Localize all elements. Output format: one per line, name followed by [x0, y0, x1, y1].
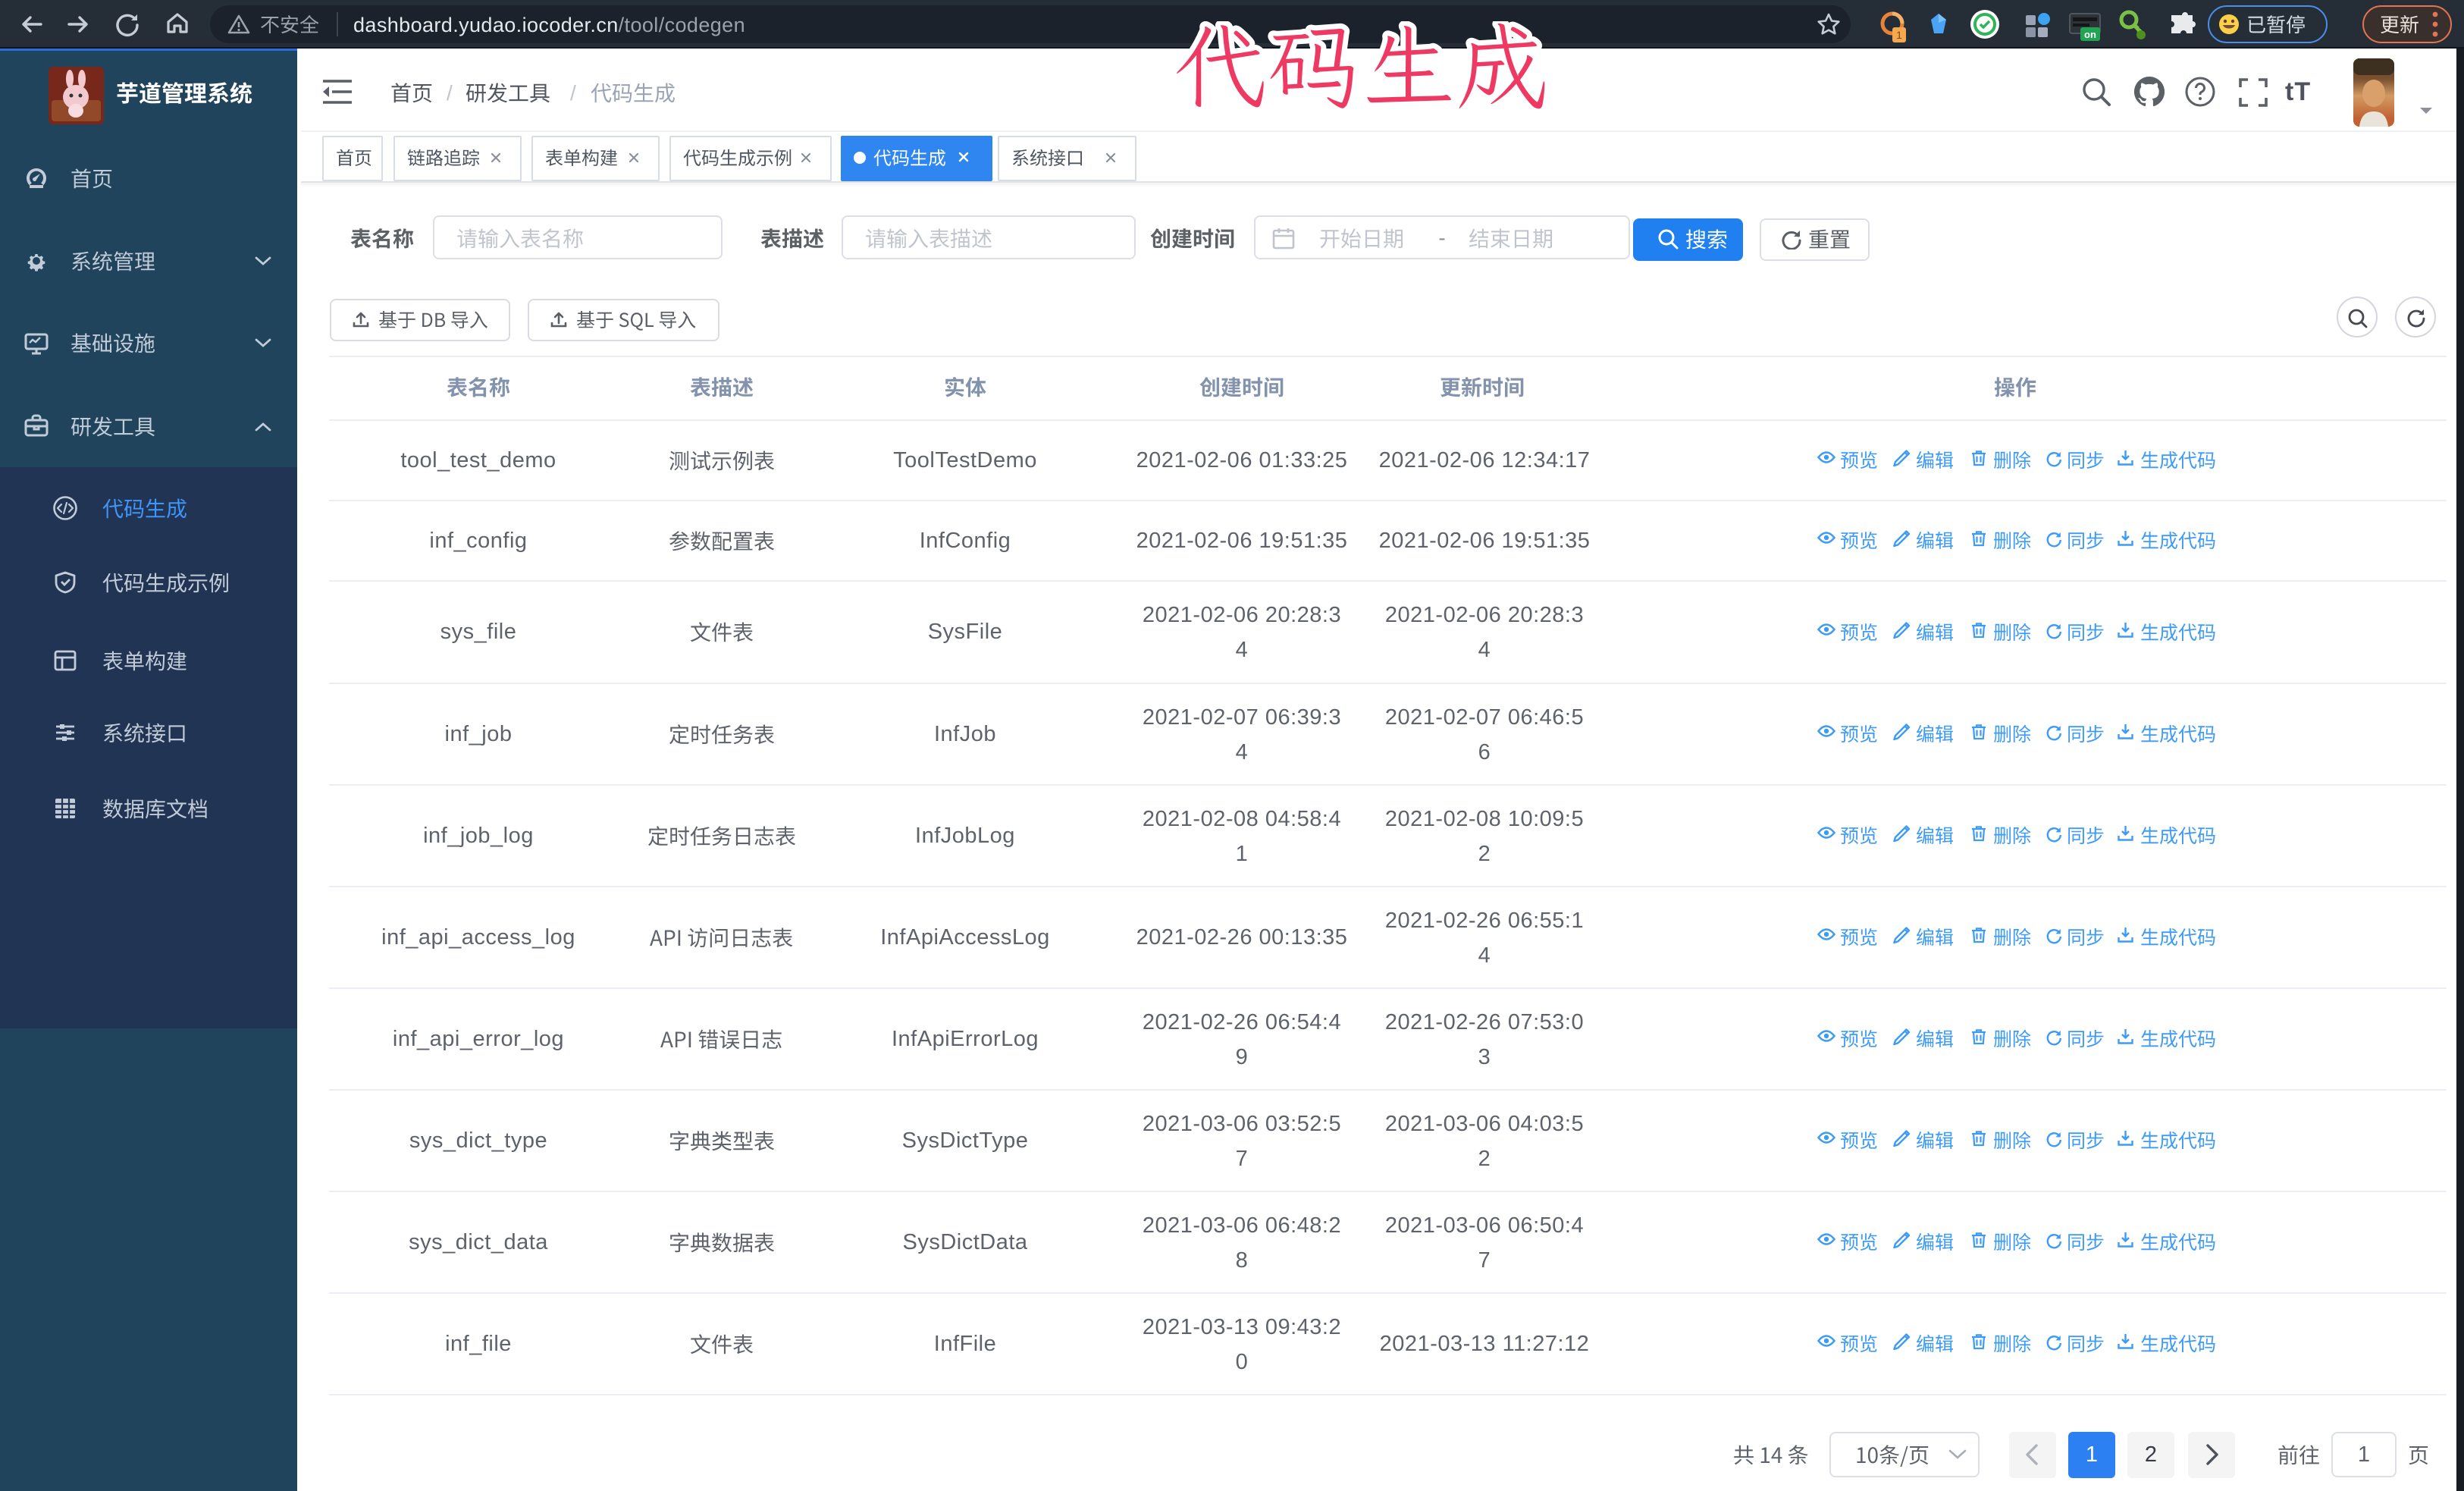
svg-text:1: 1: [1896, 29, 1902, 41]
svg-text:on: on: [2084, 29, 2096, 40]
